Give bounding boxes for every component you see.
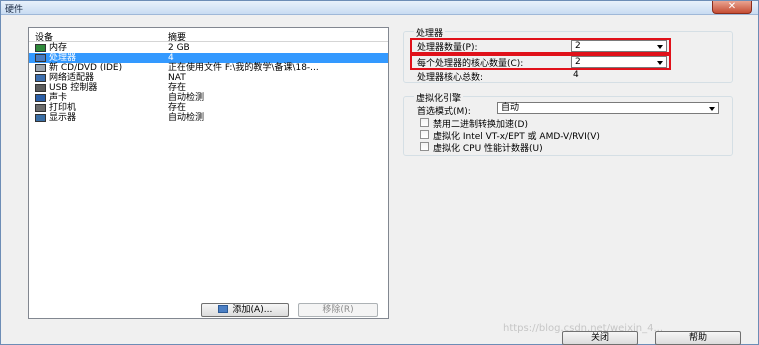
close-window-button[interactable]: ✕	[712, 1, 752, 14]
device-list[interactable]: 设备 摘要 内存 2 GB 处理器 4 新 CD/DVD (IDE) 正在使用文件 F:\…	[28, 27, 389, 319]
device-summary: 2 GB	[168, 43, 190, 53]
preferred-mode-select[interactable]: 自动	[497, 102, 719, 114]
printer-icon	[35, 104, 46, 112]
device-row[interactable]: USB 控制器 存在	[29, 83, 388, 93]
chevron-down-icon	[709, 107, 715, 111]
column-device[interactable]: 设备	[35, 30, 53, 43]
close-icon: ✕	[727, 1, 737, 12]
remove-device-label: 移除(R)	[322, 305, 354, 315]
add-device-label: 添加(A)...	[232, 305, 273, 315]
preferred-mode-label: 首选模式(M):	[417, 107, 471, 117]
device-name: 内存	[49, 43, 68, 53]
device-row[interactable]: 声卡 自动检测	[29, 93, 388, 103]
device-row[interactable]: 内存 2 GB	[29, 43, 388, 53]
column-summary[interactable]: 摘要	[168, 30, 186, 43]
cores-per-processor-select[interactable]: 2	[571, 56, 667, 68]
processor-count-select[interactable]: 2	[571, 40, 667, 52]
cores-per-processor-value: 2	[575, 57, 581, 67]
title-bar: 硬件 ✕	[1, 1, 758, 15]
window-title: 硬件	[5, 5, 24, 15]
memory-icon	[35, 44, 46, 52]
device-row[interactable]: 网络适配器 NAT	[29, 73, 388, 83]
device-row[interactable]: 新 CD/DVD (IDE) 正在使用文件 F:\我的教学\备课\18-...	[29, 63, 388, 73]
device-summary: NAT	[168, 73, 186, 83]
close-button-label: 关闭	[590, 333, 609, 343]
help-button-label: 帮助	[688, 333, 707, 343]
help-button[interactable]: 帮助	[655, 331, 741, 345]
device-row[interactable]: 打印机 存在	[29, 103, 388, 113]
device-summary: 自动检测	[168, 93, 205, 103]
total-cores-value: 4	[573, 70, 579, 80]
cores-per-processor-label: 每个处理器的核心数量(C):	[417, 59, 524, 69]
virtualize-cpu-counters-checkbox[interactable]	[420, 142, 429, 151]
device-summary: 正在使用文件 F:\我的教学\备课\18-...	[168, 63, 319, 73]
sound-icon	[35, 94, 46, 102]
virtualize-cpu-counters-label: 虚拟化 CPU 性能计数器(U)	[433, 144, 543, 154]
usb-icon	[35, 84, 46, 92]
processor-icon	[35, 54, 46, 62]
close-button[interactable]: 关闭	[562, 331, 638, 345]
device-summary: 4	[168, 53, 174, 63]
processor-count-label: 处理器数量(P):	[417, 43, 478, 53]
device-row[interactable]: 处理器 4	[29, 53, 388, 63]
display-icon	[35, 114, 46, 122]
device-name: 打印机	[49, 103, 77, 113]
device-list-header: 设备 摘要	[29, 28, 388, 43]
device-summary: 存在	[168, 103, 187, 113]
device-name: 处理器	[49, 53, 77, 63]
device-summary: 自动检测	[168, 113, 205, 123]
remove-device-button[interactable]: 移除(R)	[298, 303, 378, 317]
total-cores-label: 处理器核心总数:	[417, 73, 484, 83]
chevron-down-icon	[657, 61, 663, 65]
add-device-button[interactable]: 添加(A)...	[201, 303, 289, 317]
virtualization-group-title: 虚拟化引擎	[414, 91, 464, 104]
device-name: 网络适配器	[49, 73, 95, 83]
add-icon	[217, 305, 228, 313]
network-icon	[35, 74, 46, 82]
chevron-down-icon	[657, 45, 663, 49]
processor-count-value: 2	[575, 41, 581, 51]
device-name: 新 CD/DVD (IDE)	[49, 63, 123, 73]
preferred-mode-value: 自动	[501, 103, 520, 113]
device-name: 声卡	[49, 93, 68, 103]
hardware-dialog: 硬件 ✕ 设备 摘要 内存 2 GB 处理器 4 新 CD/DVD (IDE) 正在使用文…	[0, 0, 759, 345]
device-summary: 存在	[168, 83, 187, 93]
device-name: 显示器	[49, 113, 77, 123]
device-row[interactable]: 显示器 自动检测	[29, 113, 388, 123]
disable-binary-translation-checkbox[interactable]	[420, 118, 429, 127]
virtualize-intel-vtx-checkbox[interactable]	[420, 130, 429, 139]
device-name: USB 控制器	[49, 83, 98, 93]
cdrom-icon	[35, 64, 46, 72]
